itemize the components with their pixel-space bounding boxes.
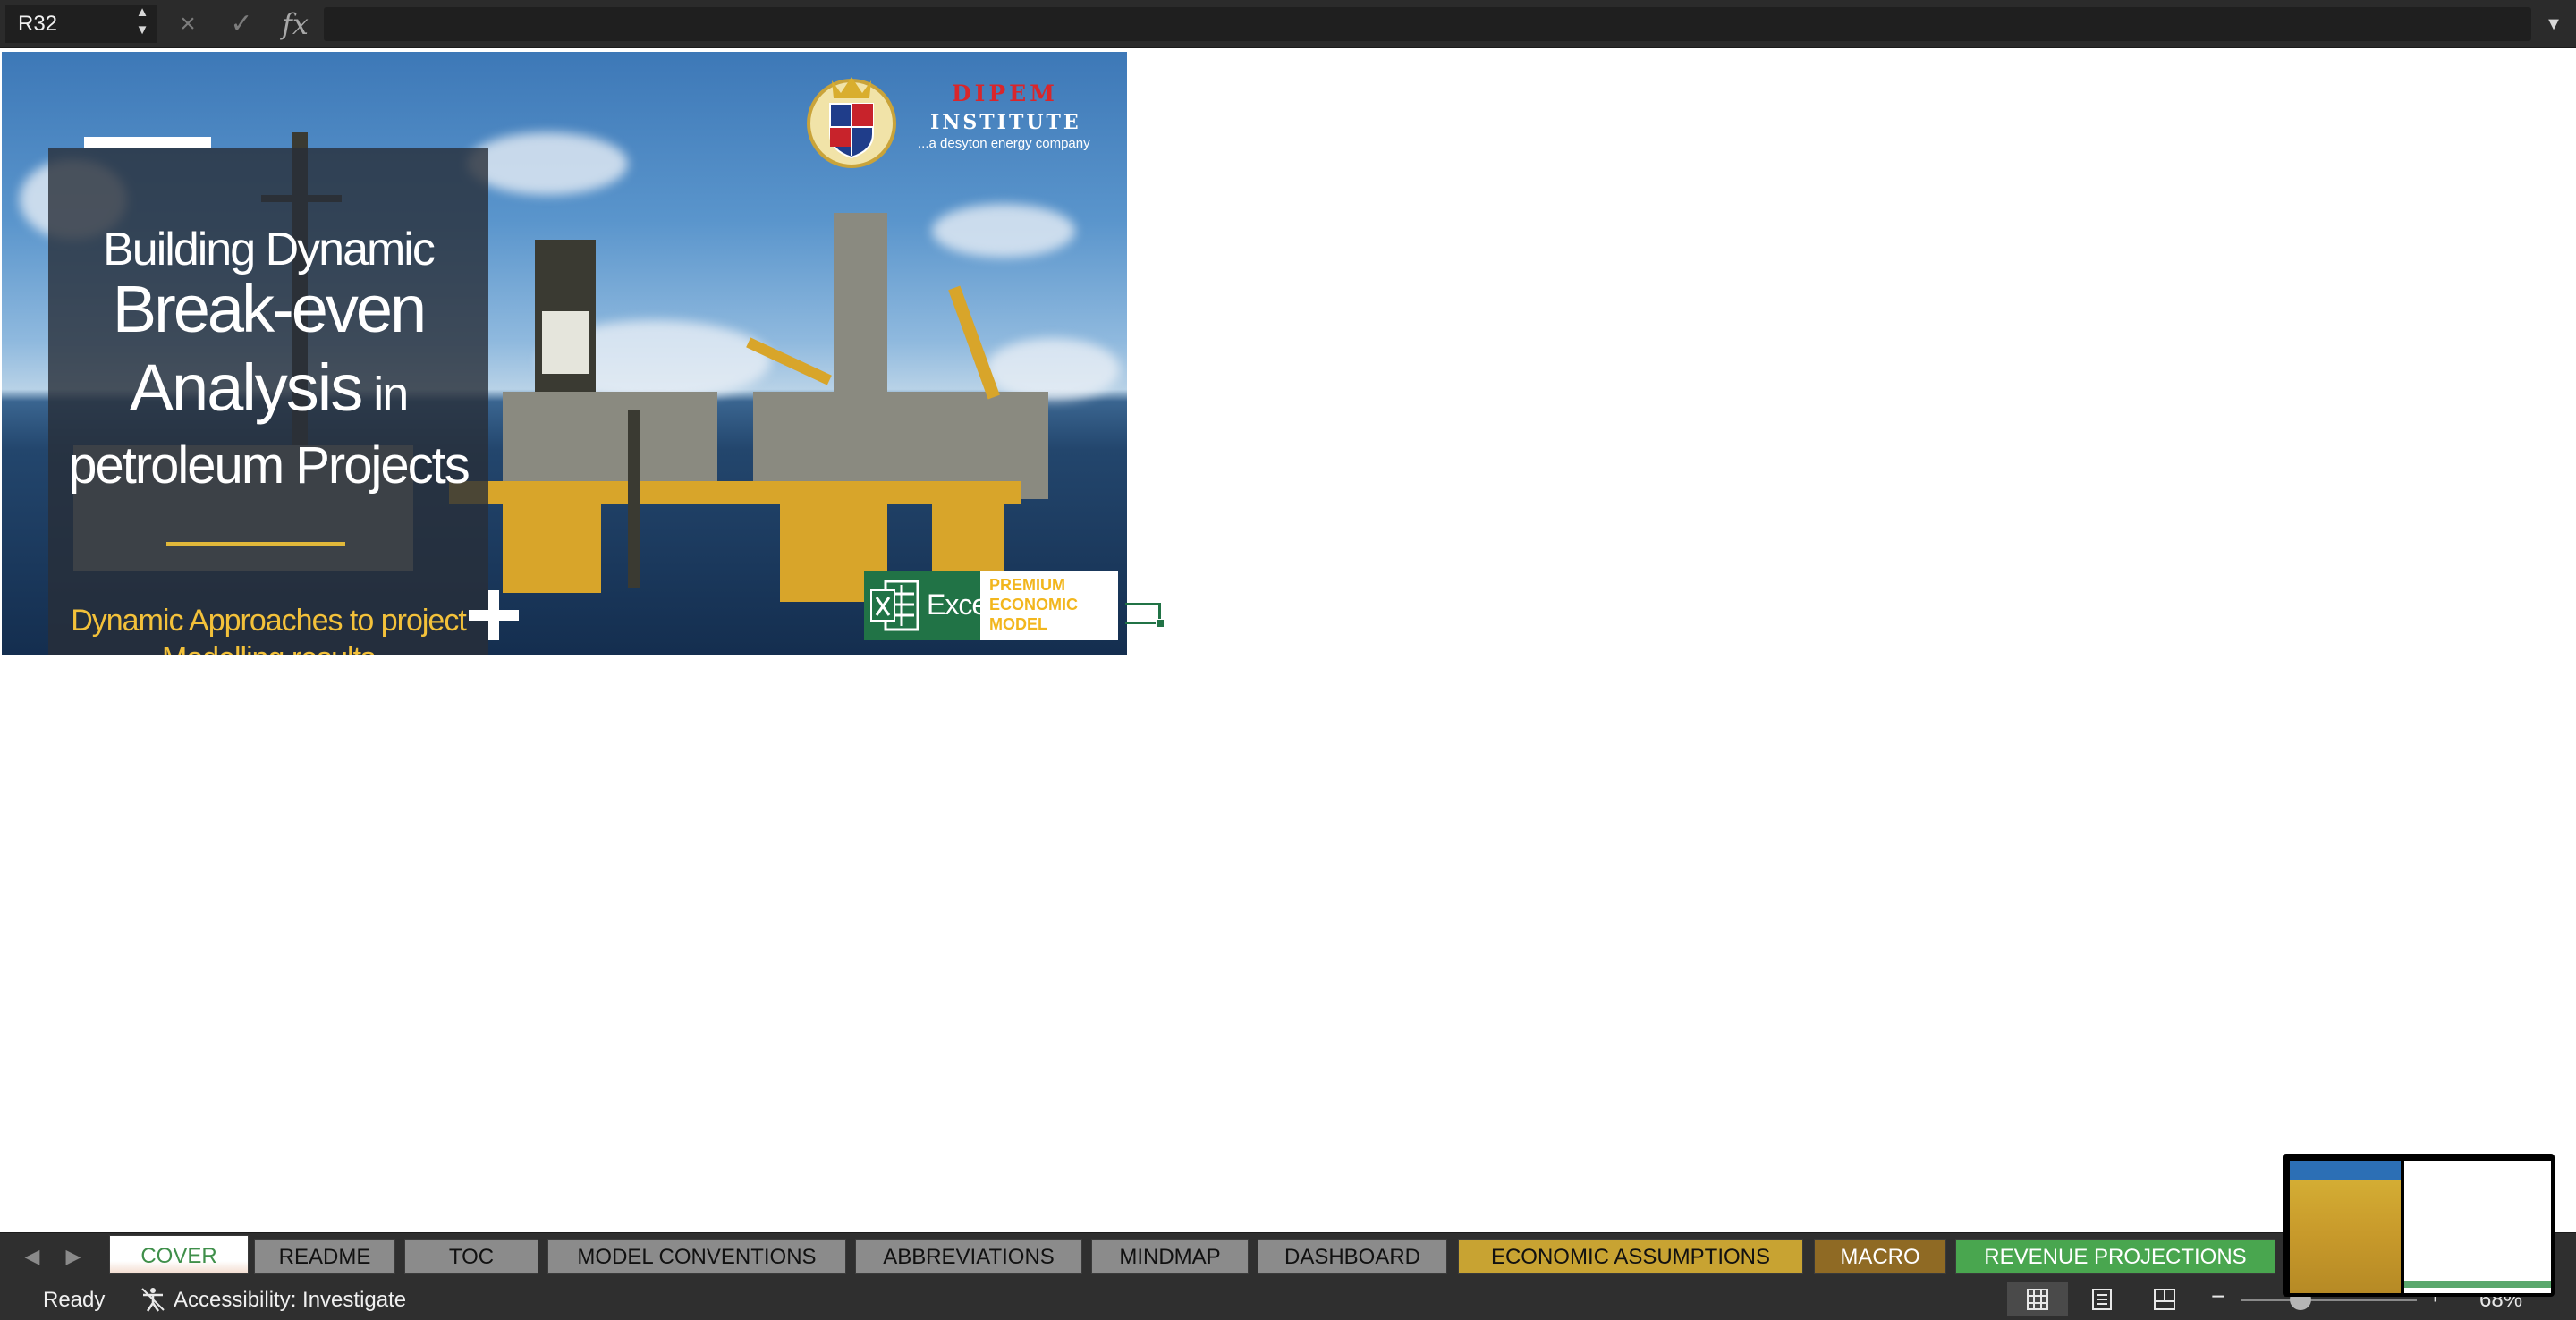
logo-institute: INSTITUTE — [930, 111, 1081, 134]
tab-abbreviations[interactable]: ABBREVIATIONS — [855, 1239, 1082, 1274]
excel-logo-block: Excel — [864, 571, 993, 640]
worksheet-grid[interactable]: Building Dynamic Break-even Analysis in … — [0, 50, 2576, 1232]
cover-title-analysis: Analysis — [129, 351, 364, 425]
dipem-crest-icon — [807, 77, 896, 168]
page-layout-view-button[interactable] — [2072, 1282, 2132, 1316]
status-bar: Ready Accessibility: Investigate − 68% — [0, 1279, 2576, 1320]
plus-icon — [469, 590, 519, 640]
tab-toc[interactable]: TOC — [404, 1239, 538, 1274]
preview-right-pane — [2404, 1161, 2551, 1293]
page-layout-icon — [2092, 1289, 2112, 1310]
accessibility-status[interactable]: Accessibility: Investigate — [174, 1288, 406, 1313]
next-sheet-icon[interactable]: ▶ — [61, 1244, 86, 1269]
title-accent-bar — [84, 137, 211, 148]
grid-view-icon — [2027, 1289, 2048, 1310]
title-panel: Building Dynamic Break-even Analysis in … — [48, 148, 488, 655]
page-break-view-button[interactable] — [2134, 1282, 2195, 1316]
tab-revenue-projections[interactable]: REVENUE PROJECTIONS — [1955, 1239, 2275, 1274]
excel-premium-badge: Excel PREMIUM ECONOMIC MODEL — [864, 571, 1118, 640]
tab-readme[interactable]: README — [254, 1239, 395, 1274]
economic-label: ECONOMIC — [989, 596, 1078, 613]
preview-right-footer — [2404, 1281, 2551, 1288]
cover-title-line-2: Break-even — [112, 272, 427, 346]
expand-formula-bar-icon[interactable]: ▼ — [2538, 7, 2569, 41]
model-label: MODEL — [989, 615, 1047, 633]
tab-mindmap[interactable]: MINDMAP — [1091, 1239, 1249, 1274]
status-ready: Ready — [43, 1288, 106, 1312]
preview-left-header — [2290, 1161, 2401, 1180]
cover-title-in: in — [361, 368, 409, 421]
logo-name: DIPEM — [952, 80, 1058, 106]
excel-icon — [870, 580, 919, 631]
formula-input[interactable] — [324, 7, 2531, 41]
enter-check-icon[interactable]: ✓ — [224, 7, 259, 41]
tab-macro[interactable]: MACRO — [1814, 1239, 1946, 1274]
tab-dashboard[interactable]: DASHBOARD — [1258, 1239, 1447, 1274]
premium-label: PREMIUM — [989, 576, 1065, 594]
preview-left-pane — [2290, 1161, 2401, 1293]
cover-banner-image: Building Dynamic Break-even Analysis in … — [2, 52, 1127, 655]
cancel-icon[interactable]: × — [170, 7, 206, 41]
cover-title-line-1: Building Dynamic — [103, 224, 436, 275]
cover-title-line-3: Analysis in — [48, 350, 488, 426]
formula-bar: R32 ▲ ▼ × ✓ fx ▼ — [0, 0, 2576, 48]
excel-window: R32 ▲ ▼ × ✓ fx ▼ Building Dynamic Break-… — [0, 0, 2576, 1320]
cover-subtitle-line-2: Modelling results — [48, 641, 488, 655]
title-divider — [166, 542, 345, 546]
zoom-slider[interactable] — [2241, 1299, 2417, 1301]
tab-cover[interactable]: COVER — [109, 1235, 249, 1274]
previous-sheet-icon[interactable]: ◀ — [20, 1244, 45, 1269]
logo-tagline: ...a desyton energy company — [918, 136, 1090, 151]
sheet-tab-bar: ◀ ▶ COVER README TOC MODEL CONVENTIONS A… — [0, 1232, 2576, 1279]
excel-label: Excel — [927, 588, 993, 621]
cover-subtitle-line-1: Dynamic Approaches to project — [71, 604, 467, 638]
normal-view-button[interactable] — [2007, 1282, 2068, 1316]
name-box-stepper-icon[interactable]: ▲ ▼ — [131, 4, 154, 43]
accessibility-icon[interactable] — [140, 1286, 166, 1313]
page-break-icon — [2154, 1289, 2175, 1310]
tab-model-conventions[interactable]: MODEL CONVENTIONS — [547, 1239, 846, 1274]
sheet-preview-thumbnail[interactable] — [2283, 1154, 2555, 1297]
cover-title-line-4: petroleum Projects — [68, 436, 470, 495]
insert-function-icon[interactable]: fx — [277, 7, 313, 41]
tab-economic-assumptions[interactable]: ECONOMIC ASSUMPTIONS — [1458, 1239, 1803, 1274]
fill-handle[interactable] — [1156, 619, 1165, 628]
zoom-out-button[interactable]: − — [2211, 1282, 2225, 1311]
